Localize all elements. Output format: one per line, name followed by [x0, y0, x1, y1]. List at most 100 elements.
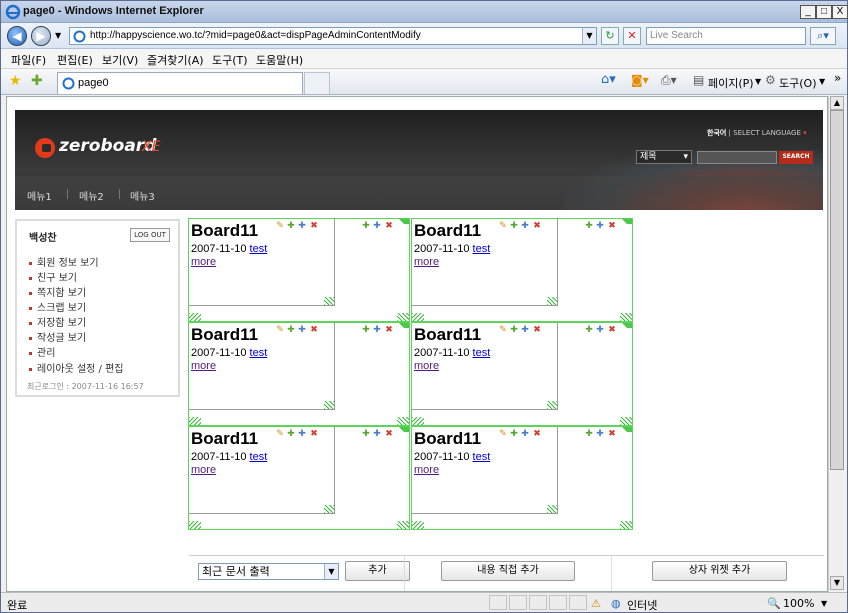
widget-more-link[interactable]: more	[191, 256, 216, 268]
move-icon[interactable]: ✚	[596, 326, 604, 335]
login-menu-friends[interactable]: 친구 보기	[29, 269, 77, 284]
login-menu-messages[interactable]: 쪽지함 보기	[29, 284, 86, 299]
favorites-star-icon[interactable]: ★	[9, 73, 22, 89]
add-favorite-icon[interactable]: ✚	[31, 73, 43, 89]
toolbar-more-chevron[interactable]: »	[834, 71, 841, 85]
delete-icon[interactable]: ✖	[385, 430, 393, 439]
scroll-thumb[interactable]	[830, 110, 844, 470]
vertical-scrollbar[interactable]: ▲ ▼	[828, 96, 844, 592]
menu-tools[interactable]: 도구(T)	[212, 52, 248, 68]
delete-icon[interactable]: ✖	[310, 222, 318, 231]
zoom-chevron-icon[interactable]: ▼	[821, 599, 827, 608]
resize-handle-icon[interactable]	[547, 297, 557, 305]
search-target-select[interactable]: 제목	[636, 150, 692, 164]
move-icon[interactable]: ✚	[596, 222, 604, 231]
nav-item-menu2[interactable]: 메뉴2	[79, 188, 104, 203]
forward-icon[interactable]: ▶	[31, 26, 51, 46]
maximize-button[interactable]: □	[816, 5, 832, 19]
resize-handle-icon[interactable]	[620, 313, 632, 321]
move-icon[interactable]: ✚	[373, 430, 381, 439]
widget-link[interactable]: test	[250, 451, 268, 463]
login-menu-my-posts[interactable]: 작성글 보기	[29, 329, 86, 344]
board-widget[interactable]: Board11 2007-11-10 test more ✎ ✚ ✚ ✖ ✚ ✚…	[188, 426, 410, 530]
widget-more-link[interactable]: more	[191, 464, 216, 476]
board-widget[interactable]: Board11 2007-11-10 test more ✎ ✚ ✚ ✖ ✚ ✚…	[188, 322, 410, 426]
tools-menu[interactable]: 도구(O)	[779, 75, 816, 91]
feeds-icon[interactable]: ◙▾	[631, 73, 649, 87]
delete-icon[interactable]: ✖	[608, 222, 616, 231]
menu-view[interactable]: 보기(V)	[102, 52, 138, 68]
move-icon[interactable]: ✚	[521, 326, 529, 335]
history-dropdown-icon[interactable]: ▼	[55, 31, 61, 40]
delete-icon[interactable]: ✖	[533, 430, 541, 439]
widget-more-link[interactable]: more	[414, 464, 439, 476]
add-icon[interactable]: ✚	[287, 326, 295, 335]
widget-link[interactable]: test	[250, 347, 268, 359]
url-field[interactable]: http://happyscience.wo.tc/?mid=page0&act…	[69, 27, 597, 45]
add-icon[interactable]: ✚	[362, 430, 370, 439]
widget-more-link[interactable]: more	[414, 360, 439, 372]
board-widget[interactable]: Board11 2007-11-10 test more ✎ ✚ ✚ ✖ ✚ ✚…	[188, 218, 410, 322]
menu-favorites[interactable]: 즐겨찾기(A)	[147, 52, 204, 68]
resize-handle-icon[interactable]	[397, 313, 409, 321]
zoom-level[interactable]: 100%	[783, 597, 814, 610]
board-widget[interactable]: Board11 2007-11-10 test more ✎ ✚ ✚ ✖ ✚ ✚…	[411, 322, 633, 426]
tools-menu-chevron-icon[interactable]: ▼	[819, 77, 825, 86]
resize-handle-icon[interactable]	[324, 505, 334, 513]
resize-handle-icon[interactable]	[324, 297, 334, 305]
site-search-input[interactable]	[697, 151, 777, 164]
move-icon[interactable]: ✚	[521, 430, 529, 439]
resize-handle-icon[interactable]	[412, 417, 424, 425]
resize-handle-icon[interactable]	[412, 313, 424, 321]
delete-icon[interactable]: ✖	[310, 326, 318, 335]
move-icon[interactable]: ✚	[596, 430, 604, 439]
delete-icon[interactable]: ✖	[608, 326, 616, 335]
resize-handle-icon[interactable]	[547, 401, 557, 409]
move-icon[interactable]: ✚	[373, 326, 381, 335]
delete-icon[interactable]: ✖	[608, 430, 616, 439]
move-icon[interactable]: ✚	[298, 222, 306, 231]
search-input[interactable]: Live Search	[646, 27, 806, 45]
refresh-icon[interactable]: ↻	[601, 27, 619, 45]
nav-item-menu1[interactable]: 메뉴1	[27, 188, 52, 203]
tab-page0[interactable]: page0	[57, 72, 303, 94]
resize-handle-icon[interactable]	[189, 417, 201, 425]
print-icon[interactable]: ⎙▾	[661, 73, 677, 88]
menu-file[interactable]: 파일(F)	[11, 52, 46, 68]
resize-handle-icon[interactable]	[397, 521, 409, 529]
move-icon[interactable]: ✚	[298, 326, 306, 335]
login-menu-admin[interactable]: 관리	[29, 344, 55, 359]
add-icon[interactable]: ✚	[362, 326, 370, 335]
widget-more-link[interactable]: more	[414, 256, 439, 268]
edit-icon[interactable]: ✎	[499, 430, 507, 439]
add-icon[interactable]: ✚	[510, 430, 518, 439]
chevron-down-icon[interactable]: ▼	[324, 564, 338, 579]
add-box-widget-button[interactable]: 상자 위젯 추가	[652, 561, 787, 581]
widget-more-link[interactable]: more	[191, 360, 216, 372]
url-dropdown-icon[interactable]: ▼	[582, 28, 596, 44]
widget-link[interactable]: test	[473, 451, 491, 463]
move-icon[interactable]: ✚	[521, 222, 529, 231]
site-search-button[interactable]: SEARCH	[779, 151, 813, 164]
board-widget[interactable]: Board11 2007-11-10 test more ✎ ✚ ✚ ✖ ✚ ✚…	[411, 426, 633, 530]
login-menu-saved[interactable]: 저장함 보기	[29, 314, 86, 329]
new-tab-button[interactable]	[304, 72, 330, 94]
widget-link[interactable]: test	[473, 347, 491, 359]
add-icon[interactable]: ✚	[510, 222, 518, 231]
delete-icon[interactable]: ✖	[385, 326, 393, 335]
menu-edit[interactable]: 편집(E)	[57, 52, 93, 68]
edit-icon[interactable]: ✎	[499, 326, 507, 335]
search-icon[interactable]: ⌕▾	[810, 27, 836, 45]
logout-button[interactable]: LOG OUT	[130, 228, 170, 242]
resize-handle-icon[interactable]	[189, 521, 201, 529]
login-menu-scrap[interactable]: 스크랩 보기	[29, 299, 86, 314]
widget-link[interactable]: test	[473, 243, 491, 255]
add-icon[interactable]: ✚	[585, 326, 593, 335]
delete-icon[interactable]: ✖	[533, 326, 541, 335]
widget-link[interactable]: test	[250, 243, 268, 255]
resize-handle-icon[interactable]	[620, 417, 632, 425]
edit-icon[interactable]: ✎	[499, 222, 507, 231]
add-icon[interactable]: ✚	[287, 222, 295, 231]
resize-handle-icon[interactable]	[620, 521, 632, 529]
add-content-button[interactable]: 내용 직접 추가	[441, 561, 575, 581]
